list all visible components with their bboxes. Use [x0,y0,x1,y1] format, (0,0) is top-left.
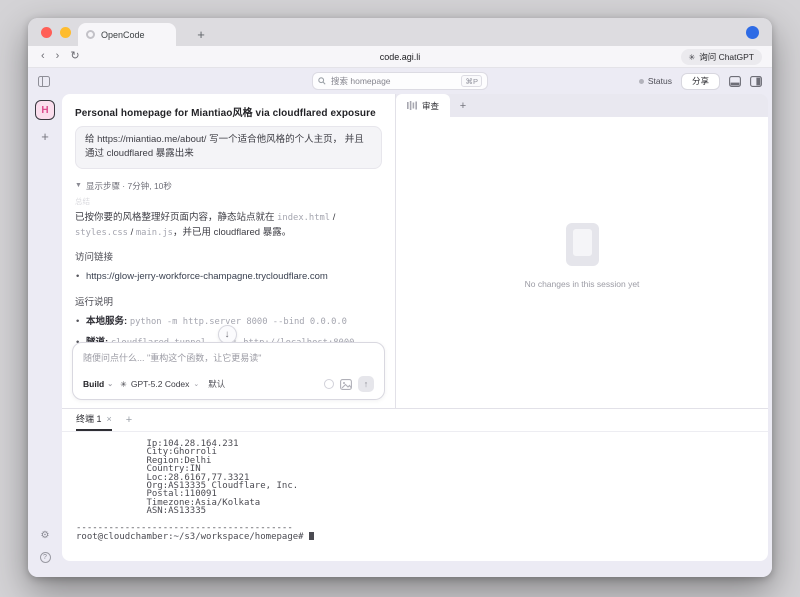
panel-bottom-icon[interactable] [729,76,741,87]
arrow-up-icon: ↑ [364,379,369,389]
browser-toolbar: ‹ › ↻ code.agi.li ✳ 询问 ChatGPT [28,46,772,68]
tab-title: OpenCode [101,30,145,40]
share-button[interactable]: 分享 [681,73,720,90]
status-indicator[interactable]: Status [639,76,672,86]
review-tabstrip: 审查 + [396,94,768,117]
openai-logo-icon: ✳ [120,380,127,389]
opencode-favicon-icon [86,30,95,39]
arrow-down-icon: ↓ [224,329,229,340]
inline-code: index.html [277,213,330,223]
profile-avatar[interactable] [746,26,759,39]
search-placeholder: 搜索 homepage [331,75,456,87]
chevron-down-icon: ▼ [75,182,82,189]
terminal-tabstrip: 终端 1 × + [62,409,768,432]
model-selector[interactable]: ✳ GPT-5.2 Codex ⌄ [120,379,199,389]
tab-review[interactable]: 审查 [396,94,450,117]
summary-text: 已按你要的风格整理好页面内容，静态站点就在 [75,212,277,223]
add-terminal-button[interactable]: + [126,414,132,431]
default-option[interactable]: 默认 [208,378,225,390]
terminal-output: Ip:104.28.164.231 City:Ghorroli Region:D… [76,439,309,542]
chevron-down-icon: ⌄ [193,380,199,388]
terminal-tab-label: 终端 1 [76,412,102,425]
session-title: Personal homepage for Miantiao风格 via clo… [75,104,382,119]
app-header: 搜索 homepage ⌘P Status 分享 [28,68,772,94]
tunnel-link[interactable]: https://glow-jerry-workforce-champagne.t… [86,271,328,282]
empty-file-icon [566,223,599,266]
summary-text: / [128,227,136,238]
ask-chatgpt-label: 询问 ChatGPT [699,51,754,63]
terminal-panel: 终端 1 × + Ip:104.28.164.231 City:Ghorroli… [62,408,768,561]
show-steps-toggle[interactable]: ▼ 显示步骤 · 7分钟, 10秒 [75,180,382,192]
browser-window: OpenCode + ‹ › ↻ code.agi.li ✳ 询问 ChatGP… [28,18,772,577]
mode-selector[interactable]: Build ⌄ [83,379,113,389]
bullet-label: 本地服务: [86,316,127,327]
chevron-down-icon: ⌄ [107,380,113,388]
links-heading: 访问链接 [75,249,382,263]
list-item: https://glow-jerry-workforce-champagne.t… [75,270,382,284]
run-heading: 运行说明 [75,294,382,308]
back-icon[interactable]: ‹ [41,51,45,62]
status-dot [639,79,644,84]
search-input[interactable]: 搜索 homepage ⌘P [312,72,488,90]
opencode-app: 搜索 homepage ⌘P Status 分享 H [28,68,772,577]
add-review-tab-button[interactable]: + [450,94,476,117]
review-pane: 审查 + No changes in this session yet [396,94,768,408]
panel-right-icon[interactable] [750,76,762,87]
steps-toggle-label: 显示步骤 · 7分钟, 10秒 [86,180,172,192]
browser-tabstrip: OpenCode + [28,18,772,46]
close-icon[interactable]: × [107,414,112,424]
review-empty-state: No changes in this session yet [396,117,768,408]
mode-label: Build [83,379,104,389]
summary-text: / [330,212,335,223]
ask-chatgpt-button[interactable]: ✳ 询问 ChatGPT [681,49,763,65]
attach-image-icon[interactable] [340,379,352,390]
browser-tab-opencode[interactable]: OpenCode [78,23,176,46]
search-shortcut-badge: ⌘P [461,75,482,87]
search-icon [318,77,326,85]
address-bar[interactable]: code.agi.li [380,52,421,62]
diff-columns-icon [407,101,417,110]
user-message: 给 https://miantiao.me/about/ 写一个适合他风格的个人… [75,126,382,169]
project-rail: H + ⚙ ? [28,94,62,577]
empty-state-text: No changes in this session yet [525,279,640,289]
assistant-summary: 已按你要的风格整理好页面内容，静态站点就在 index.html / style… [75,210,382,240]
inline-code: main.js [136,228,173,238]
chat-pane: Personal homepage for Miantiao风格 via clo… [62,94,396,408]
close-window-button[interactable] [41,27,52,38]
summary-text: ，并已用 cloudflared 暴露。 [173,227,291,238]
forward-icon[interactable]: › [56,51,60,62]
review-tab-label: 审查 [422,100,439,112]
terminal-cursor [309,532,314,540]
inline-code: styles.css [75,228,128,238]
status-label: Status [648,76,672,86]
main-area: H + ⚙ ? Personal homepage for Miantiao风格… [28,94,772,577]
minimize-window-button[interactable] [60,27,71,38]
composer-placeholder: 随便问点什么... "重构这个函数，让它更易读" [83,351,374,364]
project-logo-homepage[interactable]: H [35,100,55,120]
terminal-output-area[interactable]: Ip:104.28.164.231 City:Ghorroli Region:D… [62,432,768,561]
reload-icon[interactable]: ↻ [70,51,79,62]
settings-gear-icon[interactable]: ⚙ [41,531,50,541]
new-tab-button[interactable]: + [191,23,211,45]
message-composer[interactable]: 随便问点什么... "重构这个函数，让它更易读" Build ⌄ ✳ GPT-5… [72,342,385,400]
sidebar-toggle-icon[interactable] [38,76,50,87]
new-project-button[interactable]: + [41,129,49,144]
tab-terminal-1[interactable]: 终端 1 × [76,412,112,431]
openai-logo-icon: ✳ [689,53,696,62]
faded-section-label: 总结 [75,196,382,207]
model-label: GPT-5.2 Codex [131,379,190,389]
send-button[interactable]: ↑ [358,376,374,392]
workspace: Personal homepage for Miantiao风格 via clo… [62,94,768,561]
help-icon[interactable]: ? [40,552,51,563]
record-circle-icon[interactable] [324,379,334,389]
bullet-code: python -m http.server 8000 --bind 0.0.0.… [130,317,347,327]
